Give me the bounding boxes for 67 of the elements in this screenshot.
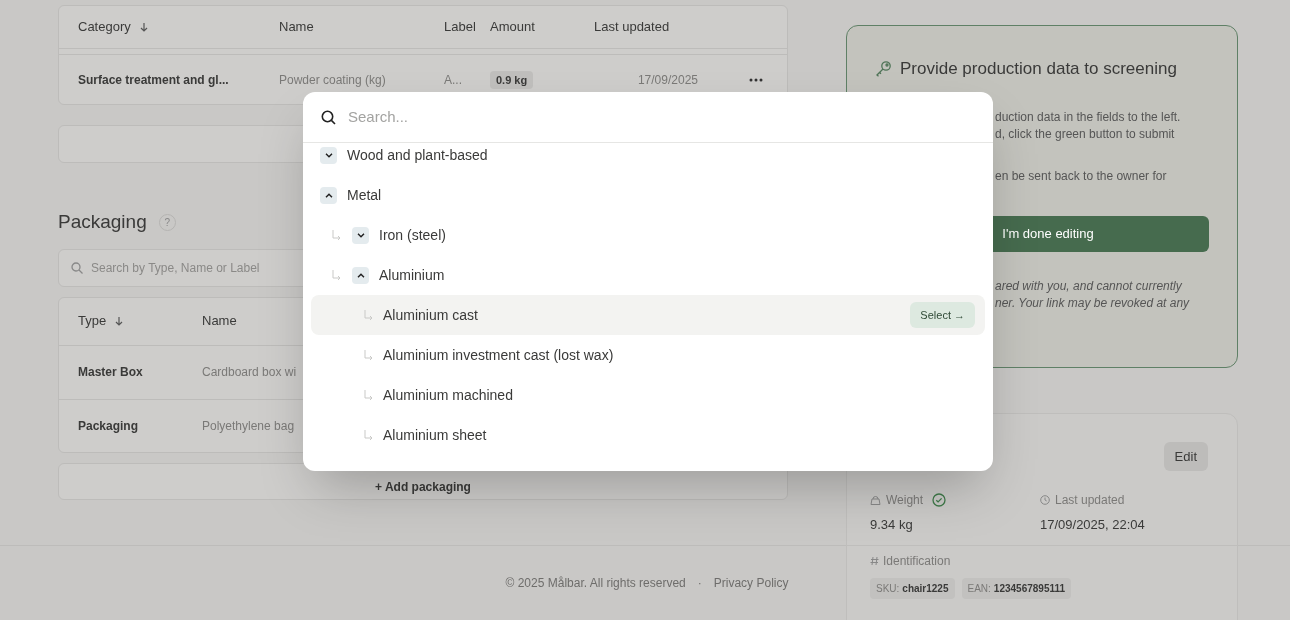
expand-toggle[interactable] (320, 146, 337, 164)
select-button[interactable]: Select → (910, 302, 975, 328)
clock-icon (1040, 495, 1050, 505)
tree-item[interactable]: Iron (steel) (379, 224, 446, 246)
table-cell-text: 17/09/2025 (637, 71, 698, 89)
column-header[interactable]: Name (202, 311, 237, 331)
tree-item-row[interactable]: Aluminium cast Select → (311, 295, 985, 335)
text-line: en be sent back to the owner for (995, 167, 1168, 185)
tree-item[interactable]: Metal (347, 184, 382, 206)
collapse-toggle[interactable] (320, 186, 337, 204)
search-icon (321, 109, 336, 125)
tree-item[interactable]: Aluminium investment cast (lost wax) (383, 344, 614, 366)
text-line: ner. Your link may be revoked at any (995, 294, 1191, 312)
field-value: 17/09/2025, 22:04 (1040, 516, 1145, 534)
edit-button[interactable]: Edit (1163, 442, 1208, 471)
field-label: Weight (886, 492, 924, 509)
tree-item[interactable]: Aluminium sheet (383, 424, 487, 446)
tree-item[interactable]: Aluminium (379, 264, 445, 286)
field-label: Last updated (1055, 492, 1125, 509)
column-header[interactable]: Category (78, 17, 131, 37)
expand-toggle[interactable] (352, 226, 369, 244)
chip-label: EAN: (967, 581, 991, 596)
column-header[interactable]: Type (78, 311, 107, 331)
chevron-up-icon (324, 192, 333, 198)
branch-icon (364, 349, 373, 361)
field-label: Identification (883, 552, 951, 570)
branch-icon (364, 429, 373, 441)
table-cell-text: A... (444, 71, 463, 89)
chevron-down-icon (324, 152, 333, 158)
chip-value: 1234567895111 (993, 581, 1066, 596)
search-icon (71, 261, 83, 274)
chevron-up-icon (356, 272, 365, 278)
branch-icon (364, 389, 373, 401)
chip-label: SKU: (876, 581, 900, 596)
branch-icon (332, 269, 341, 281)
branch-icon (364, 309, 373, 321)
tree-item[interactable]: Aluminium machined (383, 384, 513, 406)
collapse-toggle[interactable] (352, 266, 369, 284)
hash-icon (870, 555, 879, 566)
weight-icon (870, 495, 881, 505)
table-cell-text: Packaging (78, 417, 140, 435)
copyright-text: © 2025 Målbar. All rights reserved (505, 575, 686, 592)
key-icon (875, 60, 892, 78)
card-title: Provide production data to screening (900, 58, 1177, 80)
text-line: ared with you, and cannot currently (995, 277, 1183, 295)
branch-icon (332, 229, 341, 241)
column-header[interactable]: Name (279, 17, 314, 37)
sort-arrow-icon (114, 316, 125, 326)
column-header[interactable]: Last updated (594, 17, 670, 37)
text-line: d, click the green button to submit (995, 125, 1176, 143)
table-cell-text: Powder coating (kg) (279, 71, 387, 89)
tree-item[interactable]: Wood and plant-based (347, 144, 488, 166)
amount-badge: 0.9 kg (490, 70, 534, 89)
more-icon[interactable] (749, 77, 763, 82)
field-value: 9.34 kg (870, 516, 914, 534)
tree-item[interactable]: Aluminium cast (383, 304, 478, 326)
column-header[interactable]: Amount (490, 17, 535, 37)
sort-arrow-icon (138, 22, 149, 32)
section-title: Packaging (58, 210, 147, 234)
text-line: duction data in the fields to the left. (995, 108, 1182, 126)
chip-value: chair1225 (902, 581, 949, 596)
chevron-down-icon (356, 232, 365, 238)
separator-dot: · (697, 575, 702, 592)
table-cell-text: Surface treatment and gl... (78, 71, 230, 89)
column-header[interactable]: Label (444, 17, 476, 37)
table-cell-text: Cardboard box wi (202, 364, 298, 381)
table-cell-text: Master Box (78, 364, 144, 381)
